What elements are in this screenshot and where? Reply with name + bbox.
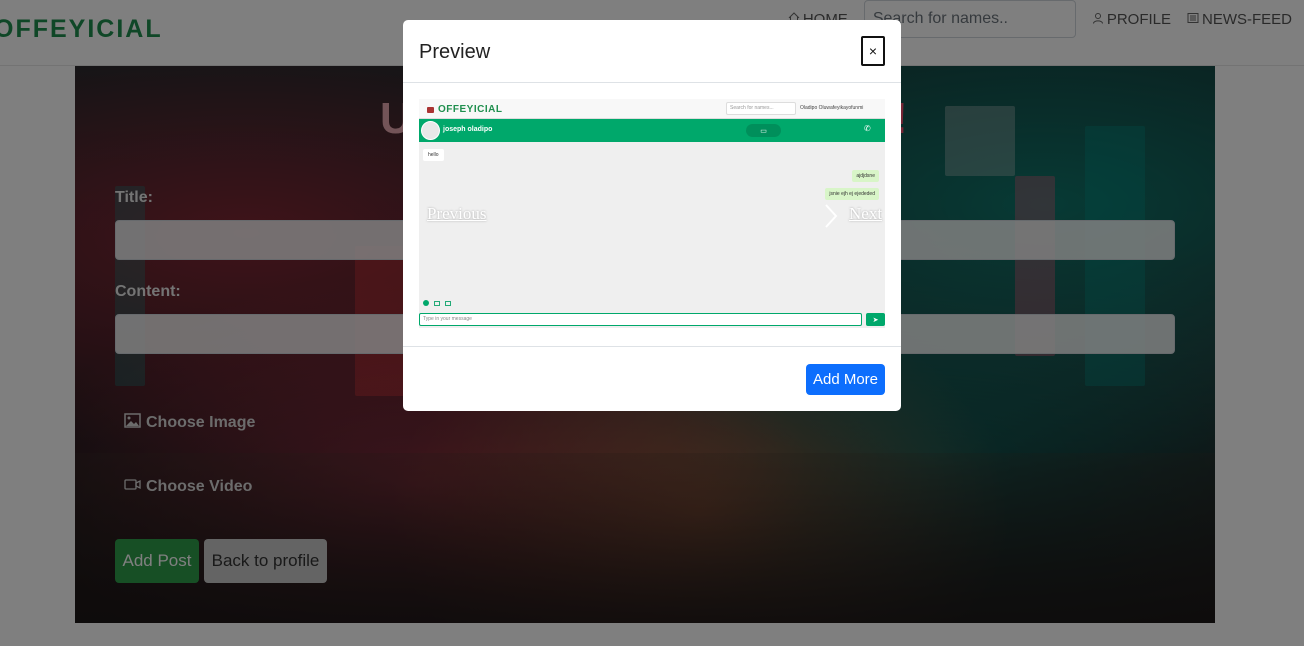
preview-brand-text: OFFEYICIAL [438, 104, 503, 115]
chevron-right-icon[interactable] [823, 203, 839, 234]
preview-navbar: OFFEYICIAL Search for names... Oladipo O… [419, 99, 885, 119]
preview-phone-icon: ✆ [864, 124, 871, 133]
preview-chat-header: joseph oladipo ▭ ✆ [419, 119, 885, 142]
modal-header: Preview × [403, 20, 901, 83]
modal-footer: Add More [403, 347, 901, 411]
preview-status-icon [423, 300, 429, 306]
preview-video-icon [445, 300, 451, 306]
carousel-next-button[interactable]: Next [849, 204, 882, 224]
preview-message-input: Type in your message [419, 313, 862, 326]
preview-brand: OFFEYICIAL [427, 104, 502, 115]
preview-user-name: Oladipo Oluwafeyikayofunmi [800, 105, 864, 111]
modal-title: Preview [419, 41, 491, 63]
carousel-slide-image: OFFEYICIAL Search for names... Oladipo O… [419, 99, 885, 328]
preview-message-incoming: hello [423, 149, 444, 161]
preview-modal: Preview × OFFEYICIAL Search for names...… [403, 20, 901, 411]
preview-image-icon [434, 300, 440, 306]
modal-body: OFFEYICIAL Search for names... Oladipo O… [403, 83, 901, 347]
preview-chat-name: joseph oladipo [443, 126, 493, 133]
close-button[interactable]: × [861, 36, 885, 66]
preview-brand-icon [427, 106, 434, 113]
preview-search: Search for names... [726, 102, 796, 115]
add-more-button[interactable]: Add More [806, 364, 885, 395]
preview-video-call-icon: ▭ [746, 124, 781, 137]
preview-message-outgoing: ajdjdsne [852, 170, 879, 182]
carousel-prev-button[interactable]: Previous [427, 204, 487, 224]
preview-avatar [421, 121, 440, 140]
preview-tools [423, 300, 451, 306]
preview-message-outgoing: jsnie ejh ej ejededed [825, 188, 879, 200]
preview-send-icon: ➤ [866, 313, 885, 326]
